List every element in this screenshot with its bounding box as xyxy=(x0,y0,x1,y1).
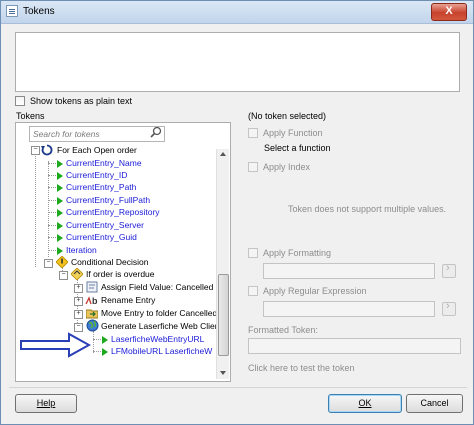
token-label: LaserficheWebEntryURL xyxy=(111,334,205,344)
tree-item-assign-field[interactable]: Assign Field Value: Cancelled xyxy=(101,281,213,293)
tree-token-row[interactable]: LFMobileURL LaserficheW xyxy=(102,345,212,357)
token-icon xyxy=(57,171,63,180)
show-plain-text-label: Show tokens as plain text xyxy=(30,96,133,106)
token-text-area[interactable] xyxy=(15,32,460,92)
expand-toggle[interactable]: + xyxy=(74,310,83,319)
cancel-button[interactable]: Cancel xyxy=(406,394,463,413)
tree-token-row[interactable]: CurrentEntry_Name xyxy=(57,157,142,169)
help-button[interactable]: Help xyxy=(15,394,77,413)
apply-regex-label: Apply Regular Expression xyxy=(263,286,367,296)
expand-toggle[interactable]: + xyxy=(74,284,83,293)
token-icon xyxy=(102,335,108,344)
token-icon xyxy=(57,183,63,192)
assign-field-icon xyxy=(86,281,98,293)
help-button-label: Help xyxy=(36,398,56,408)
multiple-values-note: Token does not support multiple values. xyxy=(288,204,447,214)
tree-token-row[interactable]: LaserficheWebEntryURL xyxy=(102,333,204,345)
search-placeholder: Search for tokens xyxy=(33,129,100,139)
decision-icon xyxy=(56,256,68,268)
tree-item-for-each[interactable]: For Each Open order xyxy=(57,144,137,156)
token-icon xyxy=(102,347,108,356)
token-icon xyxy=(57,208,63,217)
annotation-arrow-icon xyxy=(20,332,91,358)
apply-index-checkbox[interactable] xyxy=(248,162,258,172)
ok-button[interactable]: OK xyxy=(328,394,402,413)
cancel-button-label: Cancel xyxy=(420,398,449,408)
apply-function-checkbox[interactable] xyxy=(248,128,258,138)
tree-token-row[interactable]: CurrentEntry_Path xyxy=(57,181,136,193)
move-entry-icon xyxy=(86,309,98,319)
apply-function-label: Apply Function xyxy=(263,128,323,138)
token-label: CurrentEntry_Guid xyxy=(66,232,137,242)
test-token-link[interactable]: Click here to test the token xyxy=(248,363,355,373)
token-label: CurrentEntry_Path xyxy=(66,182,137,192)
formatted-token-label: Formatted Token: xyxy=(248,325,318,335)
select-function-label: Select a function xyxy=(264,143,331,153)
token-icon xyxy=(57,221,63,230)
search-input[interactable]: Search for tokens xyxy=(29,126,165,142)
token-label: CurrentEntry_Repository xyxy=(66,207,160,217)
token-icon xyxy=(57,246,63,255)
tokens-panel-label: Tokens xyxy=(16,111,45,121)
expand-toggle[interactable]: + xyxy=(74,297,83,306)
apply-regex-checkbox[interactable] xyxy=(248,286,258,296)
collapse-toggle[interactable]: − xyxy=(59,271,68,280)
regex-menu-button[interactable] xyxy=(442,300,456,316)
token-label: CurrentEntry_Name xyxy=(66,158,142,168)
show-plain-text-checkbox[interactable] xyxy=(15,96,25,106)
branch-icon xyxy=(71,268,83,280)
tree-item-if-overdue[interactable]: If order is overdue xyxy=(86,268,155,280)
collapse-toggle[interactable]: − xyxy=(31,146,40,155)
apply-index-label: Apply Index xyxy=(263,162,311,172)
token-icon xyxy=(57,233,63,242)
close-button[interactable]: X xyxy=(431,3,467,21)
tree-scrollbar[interactable] xyxy=(216,149,229,379)
window-title: Tokens xyxy=(23,6,55,17)
tree-item-rename-entry[interactable]: Rename Entry xyxy=(101,294,155,306)
tree-token-row[interactable]: CurrentEntry_FullPath xyxy=(57,194,150,206)
svg-text:b: b xyxy=(92,296,98,306)
scroll-down-arrow[interactable] xyxy=(220,371,226,375)
token-label: Iteration xyxy=(66,245,97,255)
title-bar: Tokens X xyxy=(1,1,473,24)
formatting-input[interactable] xyxy=(263,263,435,279)
scroll-thumb[interactable] xyxy=(218,274,229,356)
token-icon xyxy=(57,159,63,168)
tree-item-generate-url[interactable]: Generate Laserfiche Web Client xyxy=(101,320,222,332)
collapse-toggle[interactable]: − xyxy=(44,259,53,268)
search-icon[interactable] xyxy=(150,126,162,138)
scroll-up-arrow[interactable] xyxy=(220,152,226,156)
formatting-menu-button[interactable] xyxy=(442,262,456,278)
tree-token-row[interactable]: CurrentEntry_Server xyxy=(57,219,144,231)
dialog-icon xyxy=(6,5,18,17)
formatted-token-field xyxy=(248,338,461,354)
ok-button-label: OK xyxy=(358,398,372,408)
token-icon xyxy=(57,196,63,205)
apply-formatting-checkbox[interactable] xyxy=(248,248,258,258)
tree-token-row[interactable]: CurrentEntry_Repository xyxy=(57,206,160,218)
details-heading: (No token selected) xyxy=(248,111,327,121)
loop-icon xyxy=(41,144,53,156)
token-label: CurrentEntry_FullPath xyxy=(66,195,151,205)
button-separator xyxy=(9,387,467,388)
token-label: CurrentEntry_Server xyxy=(66,220,144,230)
regex-input[interactable] xyxy=(263,301,435,317)
tree-token-row[interactable]: CurrentEntry_Guid xyxy=(57,231,137,243)
tokens-dialog: Tokens X Show tokens as plain text Token… xyxy=(0,0,474,425)
token-label: CurrentEntry_ID xyxy=(66,170,128,180)
token-label: LFMobileURL LaserficheW xyxy=(111,346,213,356)
rename-icon: b xyxy=(85,296,98,306)
tree-item-move-entry[interactable]: Move Entry to folder Cancelled xyxy=(101,307,217,319)
tree-token-row[interactable]: Iteration xyxy=(57,244,97,256)
tree-token-row[interactable]: CurrentEntry_ID xyxy=(57,169,127,181)
tree-item-conditional-decision[interactable]: Conditional Decision xyxy=(71,256,149,268)
apply-formatting-label: Apply Formatting xyxy=(263,248,332,258)
